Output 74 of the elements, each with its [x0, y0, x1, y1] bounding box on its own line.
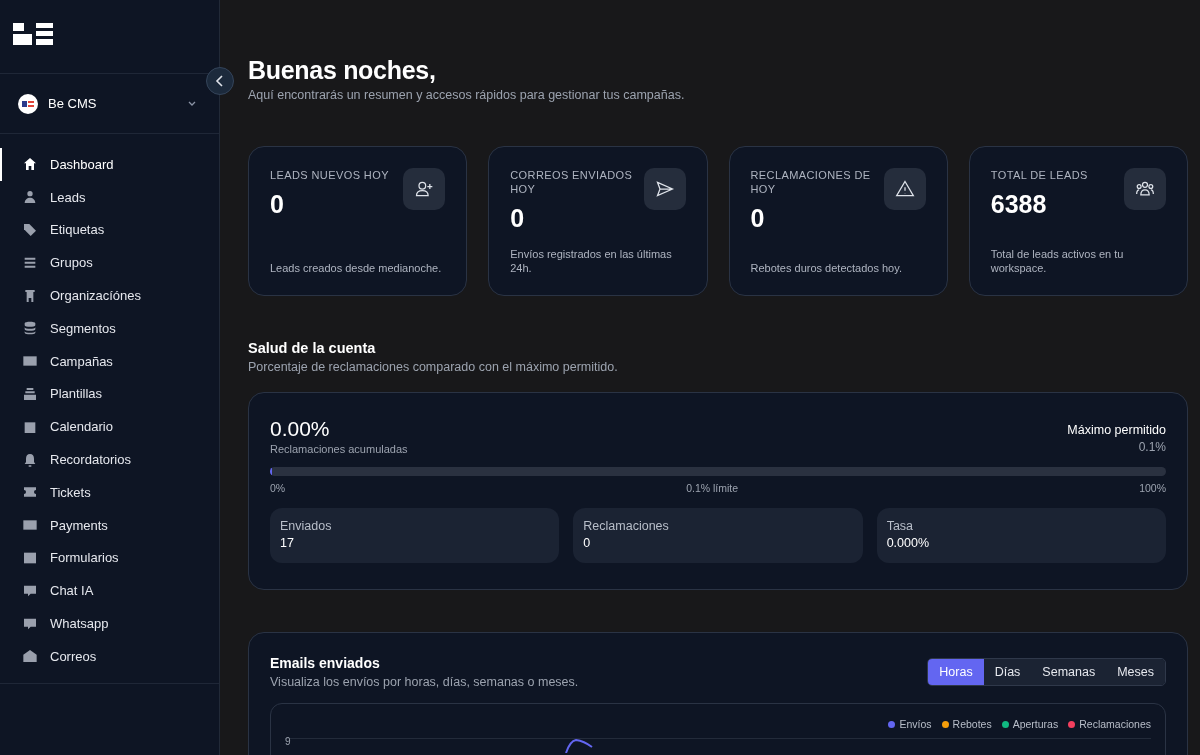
stat-description: Leads creados desde medianoche.	[270, 261, 443, 275]
nav-item[interactable]: Dashboard	[0, 148, 219, 181]
scale-label: 0%	[270, 482, 286, 494]
period-tab[interactable]: Semanas	[1031, 659, 1107, 685]
home-icon	[22, 156, 38, 173]
nav-item[interactable]: Correos	[0, 639, 219, 673]
collapse-button[interactable]	[206, 67, 234, 95]
section-subtitle: Porcentaje de reclamaciones comparado con el máximo permitido.	[248, 360, 619, 374]
scale-label: 0.1% límite	[686, 482, 739, 494]
users-icon	[1124, 168, 1166, 210]
max-label: Máximo permitido	[1067, 423, 1166, 437]
stat-value: 6388	[990, 190, 1048, 219]
workspace-logo	[18, 93, 38, 114]
user-plus-icon	[403, 168, 446, 210]
legend-label: Envíos	[899, 718, 932, 730]
claim-label: Reclamaciones acumuladas	[270, 443, 408, 455]
period-tab[interactable]: Horas	[928, 659, 984, 685]
stat-value: 0	[270, 190, 285, 219]
stat-label: LEADS NUEVOS HOY	[270, 168, 389, 182]
stat-label: TOTAL DE LEADS	[990, 168, 1088, 182]
person-icon	[22, 189, 38, 206]
stat-value: 0	[750, 204, 766, 233]
stat-description: Rebotes duros detectados hoy.	[750, 261, 903, 275]
chevron-down-icon	[187, 99, 197, 108]
chevron-left-icon	[215, 74, 225, 88]
nav-item[interactable]: Organizacíónes	[0, 279, 219, 312]
legend-label: Reclamaciones	[1079, 718, 1151, 730]
legend-label: Aperturas	[1012, 718, 1059, 730]
metric-label: Enviados	[280, 519, 333, 533]
building-icon	[22, 287, 38, 304]
layers-icon	[22, 385, 38, 402]
nav-item[interactable]: Recordatorios	[0, 443, 219, 476]
stat-label: RECLAMACIONES DE HOY	[750, 168, 872, 196]
legend-label: Rebotes	[952, 718, 992, 730]
nav-item[interactable]: Chat IA	[0, 574, 219, 608]
workspace-selector[interactable]: Be CMS	[0, 74, 219, 134]
stat-description: Total de leads activos en tu workspace.	[990, 247, 1125, 275]
nav-item[interactable]: Tickets	[0, 475, 219, 509]
nav-item[interactable]: Calendario	[0, 410, 219, 444]
y-axis-label: 9	[285, 736, 292, 747]
section-title: Salud de la cuenta	[248, 340, 377, 356]
nav-item[interactable]: Leads	[0, 180, 219, 214]
chart-title: Emails enviados	[270, 655, 381, 671]
metric-value: 0.000%	[886, 536, 931, 550]
tag-icon	[22, 222, 38, 238]
metric-label: Tasa	[886, 519, 915, 533]
line-chart-drawing	[565, 739, 593, 753]
send-icon	[643, 168, 686, 210]
stat-label: CORREOS ENVIADOS HOY	[510, 168, 634, 196]
nav-item[interactable]: Campañas	[0, 344, 219, 378]
warning-icon	[883, 168, 926, 210]
max-value: 0.1%	[1137, 440, 1166, 454]
period-tab[interactable]: Meses	[1106, 659, 1165, 685]
bell-icon	[22, 451, 38, 468]
chart-subtitle: Visualiza los envíos por horas, días, semanas o meses.	[270, 675, 579, 689]
page-subtitle: Aquí encontrarás un resumen y accesos rápidos para gestionar tus campañas.	[248, 88, 686, 102]
logo-icon	[13, 23, 53, 45]
claim-percentage: 0.00%	[270, 417, 331, 441]
database-icon	[22, 320, 38, 337]
stat-description: Envíos registrados en las últimas 24h.	[510, 247, 673, 275]
metric-value: 17	[280, 536, 295, 550]
stat-value: 0	[510, 204, 526, 233]
scale-label: 100%	[1139, 482, 1166, 494]
nav-item[interactable]: Etiquetas	[0, 213, 219, 247]
nav-item[interactable]: Plantillas	[0, 377, 219, 411]
greeting-title: Buenas noches,	[248, 56, 437, 85]
metric-value: 0	[583, 536, 592, 550]
nav-item[interactable]: Segmentos	[0, 312, 219, 345]
nav-item[interactable]: Whatsapp	[0, 607, 219, 640]
nav-item[interactable]: Formularios	[0, 541, 219, 575]
period-tab[interactable]: Días	[983, 659, 1032, 685]
metric-label: Reclamaciones	[583, 519, 670, 533]
nav-item[interactable]: Grupos	[0, 246, 219, 280]
nav-item[interactable]: Payments	[0, 508, 219, 542]
